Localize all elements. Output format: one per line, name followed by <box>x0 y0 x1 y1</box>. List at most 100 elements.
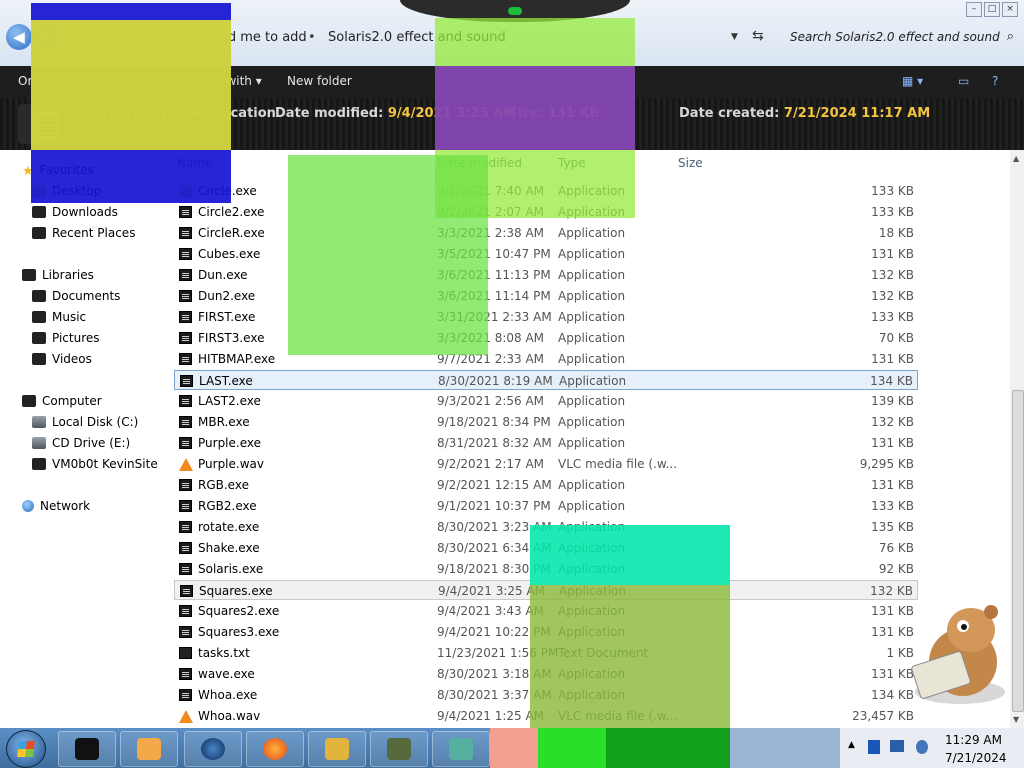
file-type: VLC media file (.w... <box>558 709 678 723</box>
help-icon[interactable]: ? <box>992 74 998 88</box>
file-date: 8/30/2021 3:23 AM <box>437 520 552 534</box>
nav-cd-drive[interactable]: CD Drive (E:) <box>32 436 130 450</box>
file-row[interactable]: Dun2.exe 3/6/2021 11:14 PM Application 132 … <box>174 286 918 306</box>
file-row[interactable]: Solaris.exe 9/18/2021 8:30 PM Application 9… <box>174 559 918 579</box>
file-list: Name Date modified Type Size Circle.exe 9… <box>170 150 1010 728</box>
nav-documents[interactable]: Documents <box>32 289 120 303</box>
clock-time[interactable]: 11:29 AM <box>945 733 1002 747</box>
taskbar-media-player[interactable] <box>120 731 178 767</box>
new-folder-button[interactable]: New folder <box>287 74 352 88</box>
forward-button[interactable]: ▶ <box>34 24 60 50</box>
file-row[interactable]: Purple.wav 9/2/2021 2:17 AM VLC media file… <box>174 454 918 474</box>
file-row[interactable]: Shake.exe 8/30/2021 6:34 AM Application 76 … <box>174 538 918 558</box>
file-row[interactable]: Cubes.exe 3/5/2021 10:47 PM Application 131… <box>174 244 918 264</box>
file-row[interactable]: LAST.exe 8/30/2021 8:19 AM Application 134 … <box>174 370 918 390</box>
column-header-date[interactable]: Date modified <box>437 156 522 170</box>
refresh-icon[interactable]: ⇆ <box>752 28 764 44</box>
taskbar-app[interactable] <box>370 731 428 767</box>
nav-local-disk[interactable]: Local Disk (C:) <box>32 415 138 429</box>
folder-icon <box>179 185 192 197</box>
address-bar[interactable]: • shit people asked me to add • Solaris2… <box>100 26 766 50</box>
back-button[interactable]: ◀ <box>6 24 32 50</box>
nav-downloads[interactable]: Downloads <box>32 205 118 219</box>
show-hidden-icons[interactable]: ▲ <box>848 740 855 750</box>
file-row[interactable]: RGB2.exe 9/1/2021 10:37 PM Application 133 … <box>174 496 918 516</box>
history-dropdown-icon[interactable]: ▼ <box>62 34 69 44</box>
minimize-button[interactable]: – <box>966 2 982 17</box>
search-box[interactable]: Search Solaris2.0 effect and sound ⌕ <box>782 26 1018 50</box>
nav-label: Downloads <box>52 205 118 219</box>
volume-icon[interactable] <box>916 740 928 754</box>
open-button[interactable]: ▯ Open <box>110 74 152 88</box>
nav-favorites[interactable]: ★ Favorites <box>22 163 94 179</box>
file-row[interactable]: wave.exe 8/30/2021 3:18 AM Application 131 … <box>174 664 918 684</box>
taskbar-game[interactable] <box>308 731 366 767</box>
view-options-icon[interactable]: ▦ ▾ <box>902 74 923 88</box>
file-row[interactable]: RGB.exe 9/2/2021 12:15 AM Application 131 K… <box>174 475 918 495</box>
taskbar-globe[interactable] <box>184 731 242 767</box>
nav-label: VM0b0t KevinSite <box>52 457 158 471</box>
file-date: 3/3/2021 2:38 AM <box>437 226 545 240</box>
file-row[interactable]: Squares.exe 9/4/2021 3:25 AM Application 13… <box>174 580 918 600</box>
details-modified: Date modified: 9/4/2021 3:25 AM <box>275 106 516 121</box>
file-row[interactable]: FIRST3.exe 3/3/2021 8:08 AM Application 70 … <box>174 328 918 348</box>
close-button[interactable]: × <box>1002 2 1018 17</box>
nav-recent-places[interactable]: Recent Places <box>32 226 135 240</box>
taskbar-app2[interactable] <box>432 731 490 767</box>
nav-libraries[interactable]: Libraries <box>22 268 94 282</box>
nav-network[interactable]: Network <box>22 499 90 513</box>
scroll-up-icon[interactable]: ▲ <box>1013 154 1019 163</box>
file-row[interactable]: MBR.exe 9/18/2021 8:34 PM Application 132 K… <box>174 412 918 432</box>
file-row[interactable]: Squares2.exe 9/4/2021 3:43 AM Application 1… <box>174 601 918 621</box>
exe-file-icon <box>179 542 192 554</box>
nav-computer[interactable]: Computer <box>22 394 102 408</box>
nav-desktop[interactable]: Desktop <box>32 184 102 198</box>
scroll-down-icon[interactable]: ▼ <box>1013 715 1019 724</box>
file-row[interactable]: Whoa.wav 9/4/2021 1:25 AM VLC media file (… <box>174 706 918 726</box>
nav-network-share[interactable]: VM0b0t KevinSite <box>32 457 158 471</box>
file-row[interactable]: HITBMAP.exe 9/7/2021 2:33 AM Application 13… <box>174 349 918 369</box>
organize-button[interactable]: Organize ▾ <box>18 74 82 88</box>
file-row[interactable]: FIRST.exe 3/31/2021 2:33 AM Application 133… <box>174 307 918 327</box>
search-icon[interactable]: ⌕ <box>1007 29 1014 44</box>
tray-app-icon[interactable] <box>868 740 880 754</box>
taskbar-explorer[interactable] <box>58 731 116 767</box>
clock-date[interactable]: 7/21/2024 <box>945 751 1007 765</box>
nav-music[interactable]: Music <box>32 310 86 324</box>
preview-pane-icon[interactable]: ▭ <box>958 74 969 88</box>
address-dropdown-icon[interactable]: ▼ <box>731 32 738 42</box>
file-row[interactable]: LAST2.exe 9/3/2021 2:56 AM Application 139 … <box>174 391 918 411</box>
start-button[interactable] <box>6 730 46 768</box>
search-input[interactable]: Search Solaris2.0 effect and sound <box>790 30 1000 44</box>
scrollbar-thumb[interactable] <box>1012 390 1024 712</box>
file-row[interactable]: Dun.exe 3/6/2021 11:13 PM Application 132 K… <box>174 265 918 285</box>
column-header-type[interactable]: Type <box>558 156 586 170</box>
exe-file-icon <box>179 437 192 449</box>
maximize-button[interactable]: □ <box>984 2 1000 17</box>
file-row[interactable]: rotate.exe 8/30/2021 3:23 AM Application 13… <box>174 517 918 537</box>
file-type: Application <box>559 584 627 598</box>
file-row[interactable]: CircleR.exe 3/3/2021 2:38 AM Application 18… <box>174 223 918 243</box>
file-size: 133 KB <box>871 499 914 513</box>
network-tray-icon[interactable] <box>890 740 904 752</box>
file-type: Application <box>558 310 626 324</box>
breadcrumb-item-1[interactable]: Solaris2.0 effect and sound <box>328 30 506 45</box>
file-row[interactable]: Purple.exe 8/31/2021 8:32 AM Application 13… <box>174 433 918 453</box>
column-header-size[interactable]: Size <box>678 156 703 170</box>
taskbar-firefox[interactable] <box>246 731 304 767</box>
share-with-button[interactable]: Share with ▾ <box>188 74 262 88</box>
vertical-scrollbar[interactable]: ▲ ▼ <box>1010 150 1024 728</box>
file-row[interactable]: Circle2.exe 9/2/2021 2:07 AM Application 13… <box>174 202 918 222</box>
file-row[interactable]: Circle.exe 9/1/2021 7:40 AM Application 133… <box>174 181 918 201</box>
file-row[interactable]: Squares3.exe 9/4/2021 10:22 PM Application… <box>174 622 918 642</box>
file-date: 9/18/2021 8:34 PM <box>437 415 551 429</box>
file-row[interactable]: Whoa.exe 8/30/2021 3:37 AM Application 134 … <box>174 685 918 705</box>
file-row[interactable]: tasks.txt 11/23/2021 1:56 PM Text Document… <box>174 643 918 663</box>
column-header-name[interactable]: Name <box>177 156 212 170</box>
file-type: Application <box>558 352 626 366</box>
nav-videos[interactable]: Videos <box>32 352 92 366</box>
nav-pictures[interactable]: Pictures <box>32 331 100 345</box>
breadcrumb-item-0[interactable]: shit people asked me to add <box>122 30 307 45</box>
file-name: RGB2.exe <box>198 499 257 513</box>
exe-file-icon <box>179 206 192 218</box>
